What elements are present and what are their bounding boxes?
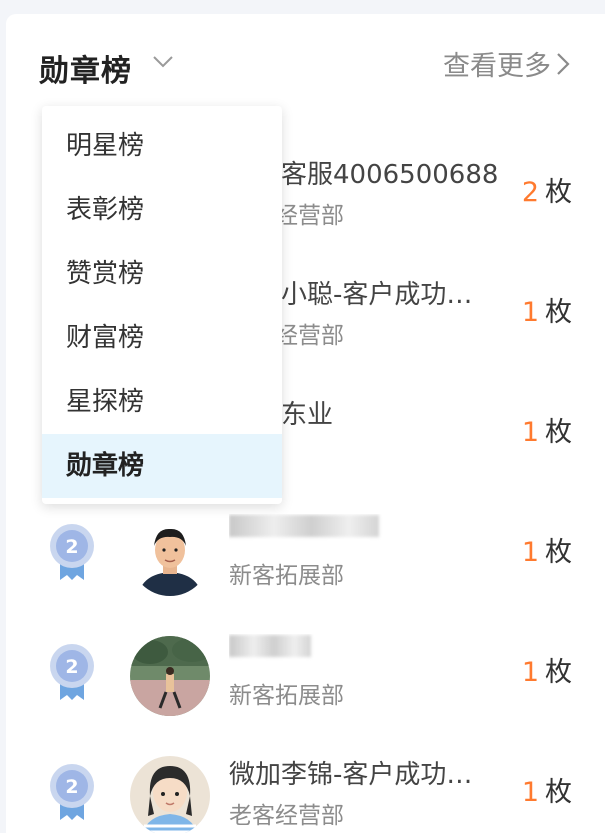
list-item[interactable]: 2 新客拓展部 1枚 xyxy=(6,490,605,610)
member-dept: 新客拓展部 xyxy=(229,563,344,589)
chevron-down-icon[interactable] xyxy=(152,55,174,69)
medal-count: 1枚 xyxy=(522,770,572,809)
board-title: 勋章榜 xyxy=(39,54,132,89)
medal-count: 1枚 xyxy=(522,530,572,569)
avatar[interactable] xyxy=(130,516,210,596)
count-unit: 枚 xyxy=(545,297,572,328)
ranking-card: 勋章榜 查看更多 微加客服4006500688 老客经营部 2枚 微加小聪-客户… xyxy=(6,14,605,833)
member-name xyxy=(229,634,499,664)
count-unit: 枚 xyxy=(545,177,572,208)
dropdown-option-wealth[interactable]: 财富榜 xyxy=(42,306,282,370)
member-name: 微加李锦-客户成功… xyxy=(229,760,473,790)
board-dropdown-menu: 明星榜 表彰榜 赞赏榜 财富榜 星探榜 勋章榜 xyxy=(42,106,282,504)
medal-count: 1枚 xyxy=(522,410,572,449)
medal-count: 2枚 xyxy=(522,170,572,209)
dropdown-option-scout[interactable]: 星探榜 xyxy=(42,370,282,434)
count-number: 1 xyxy=(521,537,539,568)
board-selector[interactable]: 勋章榜 xyxy=(39,46,132,90)
view-more-label: 查看更多 xyxy=(443,51,551,82)
member-dept: 新客拓展部 xyxy=(229,683,344,709)
medal-count: 1枚 xyxy=(522,650,572,689)
chevron-right-icon xyxy=(557,52,570,75)
count-number: 2 xyxy=(521,177,539,208)
count-unit: 枚 xyxy=(545,417,572,448)
medal-count: 1枚 xyxy=(522,290,572,329)
card-header: 勋章榜 查看更多 xyxy=(6,14,605,104)
medal-badge-icon: 2 xyxy=(50,644,94,700)
dropdown-option-commend[interactable]: 表彰榜 xyxy=(42,178,282,242)
member-dept: 老客经营部 xyxy=(229,803,344,829)
member-name-blurred xyxy=(229,635,311,657)
list-item[interactable]: 2 新客拓展部 1枚 xyxy=(6,610,605,730)
count-unit: 枚 xyxy=(545,777,572,808)
count-unit: 枚 xyxy=(545,537,572,568)
count-number: 1 xyxy=(521,777,539,808)
member-name-blurred xyxy=(229,515,379,537)
count-number: 1 xyxy=(521,657,539,688)
member-name xyxy=(229,514,499,544)
count-number: 1 xyxy=(521,417,539,448)
dropdown-option-appreciate[interactable]: 赞赏榜 xyxy=(42,242,282,306)
medal-badge-icon: 2 xyxy=(50,524,94,580)
list-item[interactable]: 2 微加李锦-客户成功… 老客经营部 1枚 xyxy=(6,730,605,833)
avatar[interactable] xyxy=(130,636,210,716)
dropdown-option-star[interactable]: 明星榜 xyxy=(42,114,282,178)
rank-number: 2 xyxy=(65,536,78,558)
dropdown-option-medal[interactable]: 勋章榜 xyxy=(42,434,282,498)
view-more-link[interactable]: 查看更多 xyxy=(443,44,571,83)
avatar[interactable] xyxy=(130,756,210,833)
count-number: 1 xyxy=(521,297,539,328)
count-unit: 枚 xyxy=(545,657,572,688)
medal-badge-icon: 2 xyxy=(50,764,94,820)
rank-number: 2 xyxy=(65,776,78,798)
rank-number: 2 xyxy=(65,656,78,678)
